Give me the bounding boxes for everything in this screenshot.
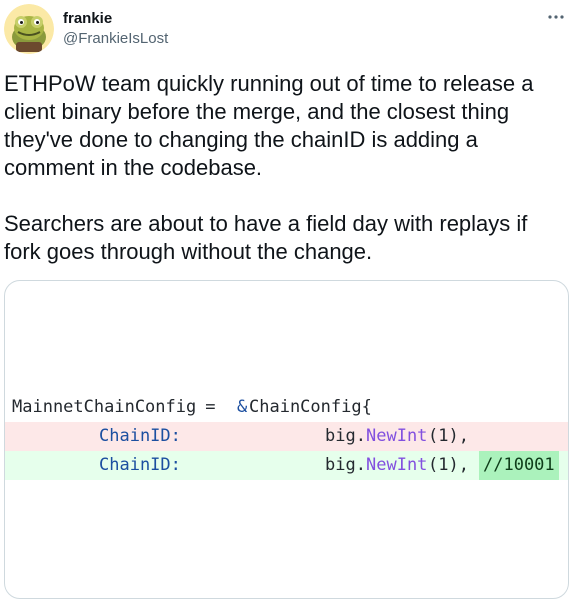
- code-comment: //10001: [479, 451, 559, 480]
- code-var-name: MainnetChainConfig: [12, 397, 197, 417]
- code-argument: (1),: [428, 426, 469, 446]
- code-object: big.: [325, 455, 366, 475]
- more-dots-icon[interactable]: [545, 6, 567, 28]
- tweet: frankie @FrankieIsLost ETHPoW team quick…: [0, 0, 573, 603]
- code-screenshot-media[interactable]: MainnetChainConfig = & ChainConfig{ Chai…: [4, 280, 569, 599]
- code-line-added: ChainID: big. NewInt (1), //10001: [5, 451, 568, 480]
- display-name[interactable]: frankie: [63, 10, 112, 28]
- code-field-key: ChainID:: [99, 426, 181, 446]
- code-block: MainnetChainConfig = & ChainConfig{ Chai…: [5, 393, 568, 480]
- code-line-config: MainnetChainConfig = & ChainConfig{: [5, 393, 568, 422]
- code-ampersand: &: [237, 397, 248, 417]
- code-object: big.: [325, 426, 366, 446]
- tweet-text: ETHPoW team quickly running out of time …: [4, 71, 534, 264]
- frog-avatar-icon[interactable]: [4, 4, 54, 54]
- code-line-removed: ChainID: big. NewInt (1),: [5, 422, 568, 451]
- code-function: NewInt: [366, 455, 428, 475]
- user-handle[interactable]: @FrankieIsLost: [63, 30, 168, 48]
- code-field-key: ChainID:: [99, 455, 181, 475]
- code-argument: (1),: [428, 455, 469, 475]
- code-function: NewInt: [366, 426, 428, 446]
- code-assign-operator: =: [195, 397, 226, 417]
- code-type-name: ChainConfig{: [249, 397, 372, 417]
